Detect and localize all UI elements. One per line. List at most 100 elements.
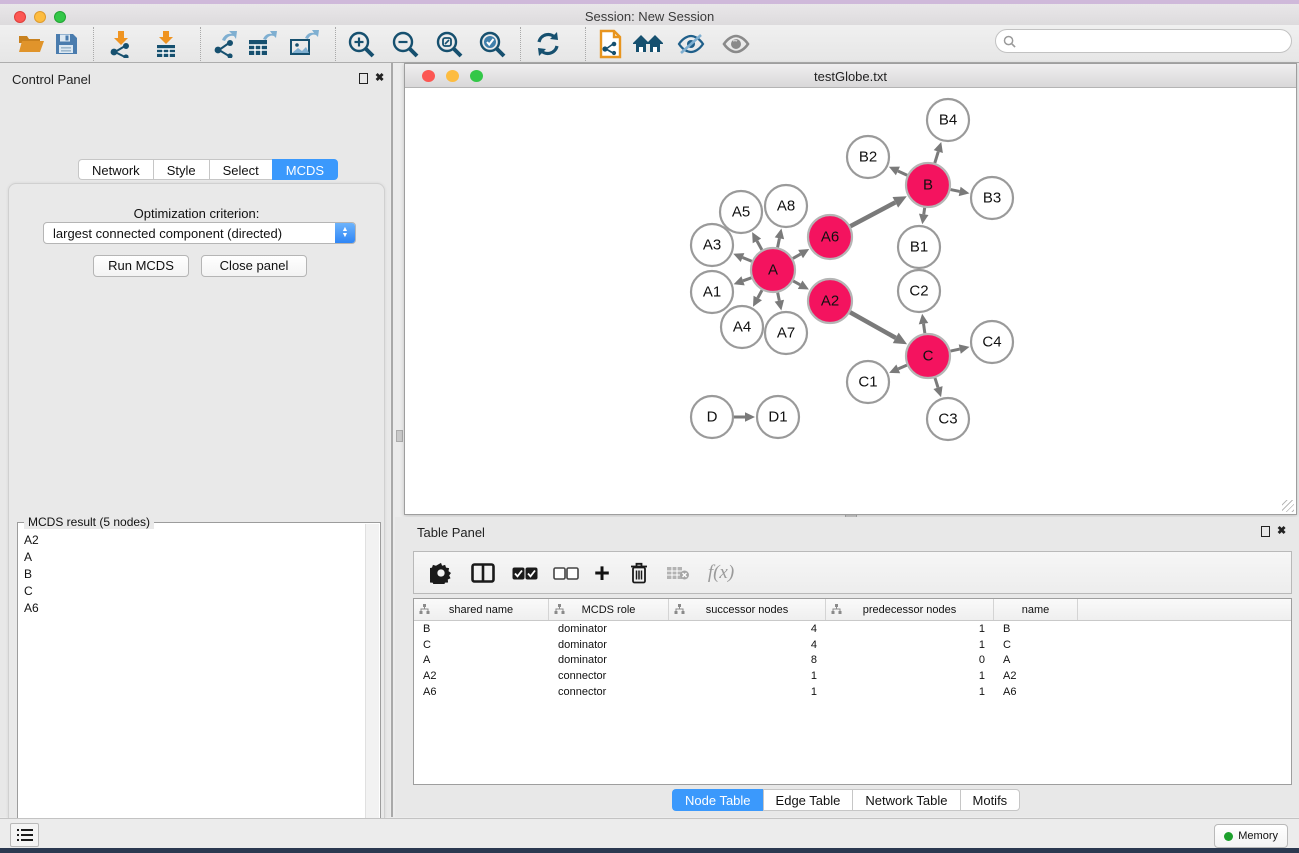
zoom-out-button[interactable] <box>387 28 423 60</box>
table-cell[interactable]: connector <box>549 686 669 698</box>
column-header-predecessor-nodes[interactable]: predecessor nodes <box>826 599 994 620</box>
add-column-button[interactable]: + <box>587 558 617 588</box>
float-panel-icon[interactable] <box>359 73 368 84</box>
table-cell[interactable]: B <box>414 623 549 635</box>
tab-select[interactable]: Select <box>209 159 272 180</box>
export-table-button[interactable] <box>244 28 280 60</box>
table-cell[interactable]: connector <box>549 670 669 682</box>
table-cell[interactable]: A6 <box>414 686 549 698</box>
save-session-button[interactable] <box>48 28 84 60</box>
graph-edge[interactable] <box>743 258 752 262</box>
close-panel-button[interactable]: Close panel <box>201 255 307 277</box>
open-session-button[interactable] <box>13 28 49 60</box>
table-cell[interactable]: 0 <box>826 654 994 666</box>
select-all-button[interactable] <box>508 558 542 588</box>
result-item[interactable]: A <box>19 548 363 565</box>
graph-edge[interactable] <box>924 324 925 334</box>
close-panel-icon[interactable]: ✖ <box>375 72 384 84</box>
table-row[interactable]: A2connector11A2 <box>414 668 1291 684</box>
network-canvas[interactable]: AA6A2BCA5A8A3A1A4A7B2B4B3B1C2C4C1C3DD1 <box>405 88 1296 514</box>
graph-edge[interactable] <box>935 378 938 388</box>
memory-button[interactable]: Memory <box>1214 824 1288 848</box>
table-cell[interactable]: A2 <box>414 670 549 682</box>
table-cell[interactable]: 1 <box>669 686 826 698</box>
table-float-icon[interactable] <box>1261 526 1270 537</box>
home-button[interactable] <box>630 28 666 60</box>
table-cell[interactable]: A <box>414 654 549 666</box>
table-cell[interactable]: 8 <box>669 654 826 666</box>
table-cell[interactable]: 1 <box>669 670 826 682</box>
table-cell[interactable]: A <box>994 654 1078 666</box>
table-row[interactable]: Adominator80A <box>414 652 1291 668</box>
panel-splitter[interactable] <box>391 63 393 817</box>
splitter-handle[interactable] <box>396 430 403 442</box>
resize-grip[interactable] <box>1282 500 1294 512</box>
table-cell[interactable]: 1 <box>826 639 994 651</box>
zoom-fit-button[interactable] <box>431 28 467 60</box>
graph-edge[interactable] <box>950 349 959 351</box>
table-cell[interactable]: dominator <box>549 623 669 635</box>
graph-edge[interactable] <box>935 152 939 163</box>
graph-edge[interactable] <box>850 202 895 226</box>
column-header-successor-nodes[interactable]: successor nodes <box>669 599 826 620</box>
graph-edge[interactable] <box>793 281 800 285</box>
tab-mcds[interactable]: MCDS <box>272 159 338 180</box>
graph-edge[interactable] <box>793 254 801 258</box>
result-item[interactable]: A6 <box>19 599 363 616</box>
optimization-criterion-select[interactable]: largest connected component (directed) ▲… <box>43 222 356 244</box>
graph-edge[interactable] <box>778 238 780 247</box>
export-network-button[interactable] <box>208 28 244 60</box>
new-network-button[interactable] <box>592 28 628 60</box>
tab-edge-table[interactable]: Edge Table <box>763 789 853 811</box>
export-image-button[interactable] <box>286 28 322 60</box>
graph-edge[interactable] <box>743 278 751 281</box>
tab-motifs[interactable]: Motifs <box>960 789 1021 811</box>
tab-node-table[interactable]: Node Table <box>672 789 763 811</box>
table-cell[interactable]: 4 <box>669 623 826 635</box>
graph-edge[interactable] <box>778 293 780 301</box>
table-row[interactable]: Cdominator41C <box>414 637 1291 653</box>
show-column-button[interactable] <box>467 558 499 588</box>
table-close-icon[interactable]: ✖ <box>1277 525 1286 537</box>
result-item[interactable]: A2 <box>19 531 363 548</box>
table-settings-button[interactable] <box>426 558 456 588</box>
table-cell[interactable]: C <box>994 639 1078 651</box>
result-item[interactable]: C <box>19 582 363 599</box>
panel-list-button[interactable] <box>10 823 39 847</box>
table-cell[interactable]: dominator <box>549 654 669 666</box>
graph-edge[interactable] <box>758 290 762 298</box>
show-panels-button[interactable] <box>718 28 754 60</box>
result-scrollbar[interactable] <box>365 524 379 853</box>
import-network-button[interactable] <box>103 28 139 60</box>
graph-edge[interactable] <box>757 241 762 250</box>
table-cell[interactable]: dominator <box>549 639 669 651</box>
graph-edge[interactable] <box>898 171 907 175</box>
search-field[interactable] <box>995 29 1292 53</box>
table-cell[interactable]: A6 <box>994 686 1078 698</box>
result-item[interactable]: B <box>19 565 363 582</box>
table-cell[interactable]: 1 <box>826 623 994 635</box>
table-cell[interactable]: B <box>994 623 1078 635</box>
graph-edge[interactable] <box>924 208 925 215</box>
delete-column-button[interactable] <box>624 558 654 588</box>
column-header-mcds-role[interactable]: MCDS role <box>549 599 669 620</box>
import-table-button[interactable] <box>148 28 184 60</box>
table-cell[interactable]: 4 <box>669 639 826 651</box>
graph-edge[interactable] <box>898 365 907 369</box>
table-cell[interactable]: 1 <box>826 686 994 698</box>
network-window-titlebar[interactable]: testGlobe.txt <box>405 64 1296 88</box>
refresh-button[interactable] <box>530 28 566 60</box>
hide-panels-button[interactable] <box>673 28 709 60</box>
tab-style[interactable]: Style <box>153 159 209 180</box>
table-cell[interactable]: A2 <box>994 670 1078 682</box>
tab-network-table[interactable]: Network Table <box>852 789 959 811</box>
tab-network[interactable]: Network <box>78 159 153 180</box>
graph-edge[interactable] <box>951 190 960 192</box>
zoom-selected-button[interactable] <box>474 28 510 60</box>
column-header-shared-name[interactable]: shared name <box>414 599 549 620</box>
table-row[interactable]: Bdominator41B <box>414 621 1291 637</box>
table-row[interactable]: A6connector11A6 <box>414 684 1291 700</box>
search-input[interactable] <box>1016 32 1291 50</box>
table-cell[interactable]: C <box>414 639 549 651</box>
run-mcds-button[interactable]: Run MCDS <box>93 255 189 277</box>
